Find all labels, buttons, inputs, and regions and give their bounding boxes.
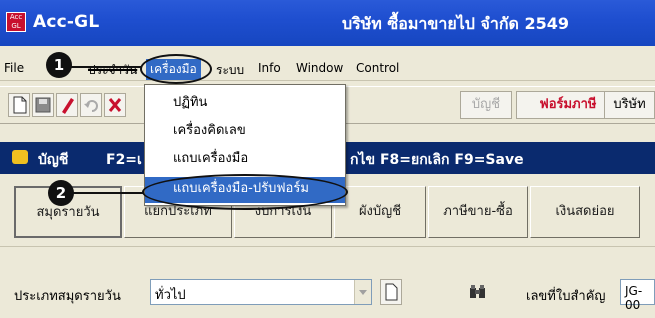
menu-item-calendar[interactable]: ปฏิทิน <box>145 91 345 117</box>
tab-sales-purchase-tax[interactable]: ภาษีขาย-ซื้อ <box>428 186 528 238</box>
doc-no-input[interactable]: JG-00 <box>620 279 655 312</box>
menu-info[interactable]: Info <box>258 61 281 75</box>
menu-file[interactable]: File <box>4 61 24 75</box>
save-icon[interactable] <box>32 93 54 117</box>
hotkey-hint-prefix: F2=เ <box>106 152 142 168</box>
menu-bar: File ประจำวัน เครื่องมือ ระบบ Info Windo… <box>0 57 655 81</box>
menu-window[interactable]: Window <box>296 61 343 75</box>
chevron-down-icon[interactable] <box>354 280 371 304</box>
toolbar-accounts-button[interactable]: บัญชี <box>460 91 512 119</box>
pointer-line-2 <box>62 192 144 194</box>
close-x-icon[interactable] <box>104 93 126 117</box>
module-title: บัญชี <box>38 152 69 168</box>
menu-item-toolbar[interactable]: แถบเครื่องมือ <box>145 147 345 173</box>
new-file-icon[interactable] <box>8 93 30 117</box>
undo-icon[interactable] <box>80 93 102 117</box>
hotkey-hint: กไข F8=ยกเลิก F9=Save <box>350 152 524 168</box>
step-badge-1: 1 <box>46 52 72 78</box>
title-bar: Acc GL Acc-GL บริษัท ซื้อมาขายไป จำกัด 2… <box>0 0 655 46</box>
journal-type-select[interactable]: ทั่วไป <box>150 279 372 305</box>
pencil-icon[interactable] <box>56 93 78 117</box>
step-badge-2: 2 <box>48 180 74 206</box>
app-icon[interactable]: Acc GL <box>6 12 26 32</box>
binoculars-icon[interactable] <box>468 283 488 301</box>
window-title: Acc-GL <box>33 12 100 32</box>
company-title: บริษัท ซื้อมาขายไป จำกัด 2549 <box>342 14 570 33</box>
pointer-line-1 <box>60 66 142 68</box>
tab-chart-of-accounts[interactable]: ผังบัญชี <box>334 186 426 238</box>
doc-no-value: JG-00 <box>625 284 643 312</box>
ledger-icon <box>12 150 28 164</box>
menu-item-calculator[interactable]: เครื่องคิดเลข <box>145 119 345 145</box>
menu-system[interactable]: ระบบ <box>216 61 244 80</box>
menu-daily[interactable]: ประจำวัน <box>88 61 137 80</box>
highlight-oval-toolbar-adjust <box>142 174 348 210</box>
journal-form: ประเภทสมุดรายวัน ทั่วไป เลขที่ใบสำคัญ JG… <box>0 246 655 318</box>
tab-petty-cash[interactable]: เงินสดย่อย <box>530 186 640 238</box>
doc-no-label: เลขที่ใบสำคัญ <box>526 289 606 304</box>
document-icon[interactable] <box>380 279 402 305</box>
toolbar-company-button[interactable]: บริษัท <box>604 91 655 119</box>
highlight-oval-tools <box>140 54 212 84</box>
journal-type-value: ทั่วไป <box>155 288 186 303</box>
menu-control[interactable]: Control <box>356 61 399 75</box>
journal-type-label: ประเภทสมุดรายวัน <box>14 289 121 304</box>
